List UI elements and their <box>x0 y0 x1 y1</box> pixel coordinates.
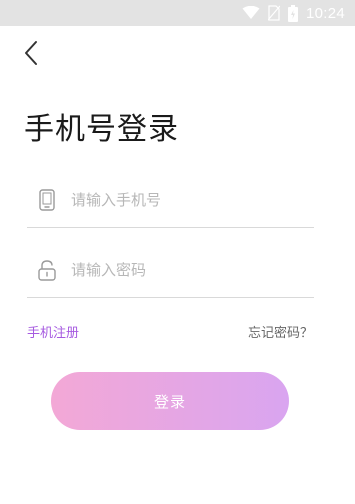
login-button[interactable]: 登录 <box>51 372 289 430</box>
wifi-icon <box>242 6 260 20</box>
chevron-left-icon <box>24 40 38 70</box>
register-link[interactable]: 手机注册 <box>27 322 79 341</box>
no-sim-icon <box>267 5 280 21</box>
login-button-label: 登录 <box>153 392 186 411</box>
back-button[interactable] <box>18 40 44 70</box>
page-title: 手机号登录 <box>24 112 179 147</box>
status-bar: 10:24 <box>0 0 355 26</box>
login-screen: 10:24 手机号登录 请输入手机号 手机注册 忘记密码？ 登录 <box>0 0 355 504</box>
status-time: 10:24 <box>305 4 345 22</box>
forgot-password-link[interactable]: 忘记密码？ <box>248 322 313 341</box>
lock-icon <box>35 258 59 282</box>
battery-icon <box>287 4 298 22</box>
phone-input[interactable] <box>69 189 303 210</box>
phone-icon <box>35 188 59 212</box>
password-input[interactable] <box>69 259 303 280</box>
password-field-row <box>27 242 314 298</box>
phone-field-row <box>27 172 314 228</box>
